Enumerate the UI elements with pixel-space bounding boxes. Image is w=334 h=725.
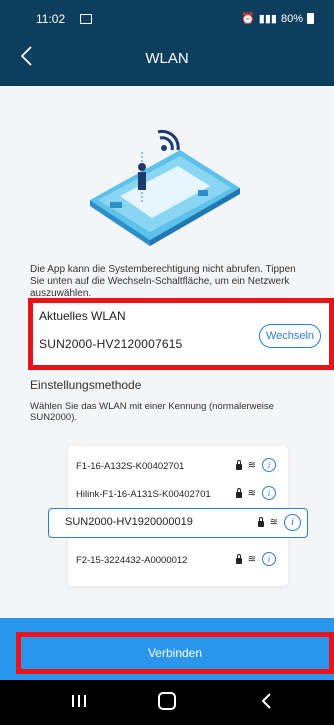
current-wlan-ssid: SUN2000-HV2120007615 — [39, 337, 183, 351]
connect-highlight: Verbinden — [16, 632, 334, 674]
info-icon: i — [284, 514, 301, 531]
network-item: F2-15-3224432-A0000012 ≋ i — [68, 550, 288, 572]
lock-icon — [235, 487, 242, 498]
network-name: Hilink-F1-16-A131S-K00402701 — [76, 489, 211, 500]
network-name: F2-15-3224432-A0000012 — [76, 555, 188, 566]
phone-wifi-illustration — [90, 129, 240, 246]
info-icon: i — [262, 552, 276, 566]
info-icon: i — [262, 458, 276, 472]
wifi-icon: ≋ — [269, 517, 278, 528]
current-wlan-label: Aktuelles WLAN — [39, 309, 126, 323]
wifi-icon: ≋ — [247, 487, 256, 499]
connect-button[interactable]: Verbinden — [21, 637, 329, 669]
home-icon[interactable] — [158, 692, 176, 710]
network-list-illustration: F1-16-A132S-K00402701 ≋ i Hilink-F1-16-A1… — [48, 446, 308, 586]
battery-icon — [307, 13, 314, 24]
method-description: Wählen Sie das WLAN mit einer Kennung (n… — [30, 401, 274, 423]
method-title: Einstellungsmethode — [30, 378, 142, 392]
signal-icon: ▮▮▮ — [258, 13, 277, 25]
wifi-icon: ≋ — [247, 553, 256, 565]
lock-icon — [257, 517, 264, 527]
current-wlan-panel: Aktuelles WLAN SUN2000-HV2120007615 Wech… — [28, 298, 334, 370]
wifi-icon: ≋ — [247, 459, 256, 471]
lock-icon — [235, 553, 242, 564]
network-name: SUN2000-HV1920000019 — [65, 516, 193, 528]
status-time: 11:02 — [36, 12, 66, 26]
status-bar: 11:02 ⏰ ▮▮▮ 80% — [0, 12, 334, 32]
recents-icon[interactable] — [70, 692, 88, 710]
info-icon: i — [262, 486, 276, 500]
network-name: F1-16-A132S-K00402701 — [76, 461, 185, 472]
network-item-selected: SUN2000-HV1920000019 ≋ i — [48, 508, 308, 538]
nav-back-icon[interactable] — [258, 692, 276, 710]
page-title: WLAN — [145, 50, 189, 67]
lock-icon — [235, 459, 242, 470]
gallery-notification-icon — [80, 14, 92, 24]
app-header: 11:02 ⏰ ▮▮▮ 80% WLAN — [0, 0, 334, 86]
permission-notice: Die App kann die Systemberechtigung nich… — [30, 264, 296, 299]
switch-button[interactable]: Wechseln — [259, 324, 321, 348]
network-item: F1-16-A132S-K00402701 ≋ i — [68, 456, 288, 478]
network-item: Hilink-F1-16-A131S-K00402701 ≋ i — [68, 484, 288, 506]
main-content: Die App kann die Systemberechtigung nich… — [0, 86, 334, 632]
status-indicators: ⏰ ▮▮▮ 80% — [241, 12, 314, 25]
system-nav-bar — [0, 680, 334, 725]
battery-text: 80% — [280, 12, 303, 25]
alarm-icon: ⏰ — [241, 13, 255, 25]
